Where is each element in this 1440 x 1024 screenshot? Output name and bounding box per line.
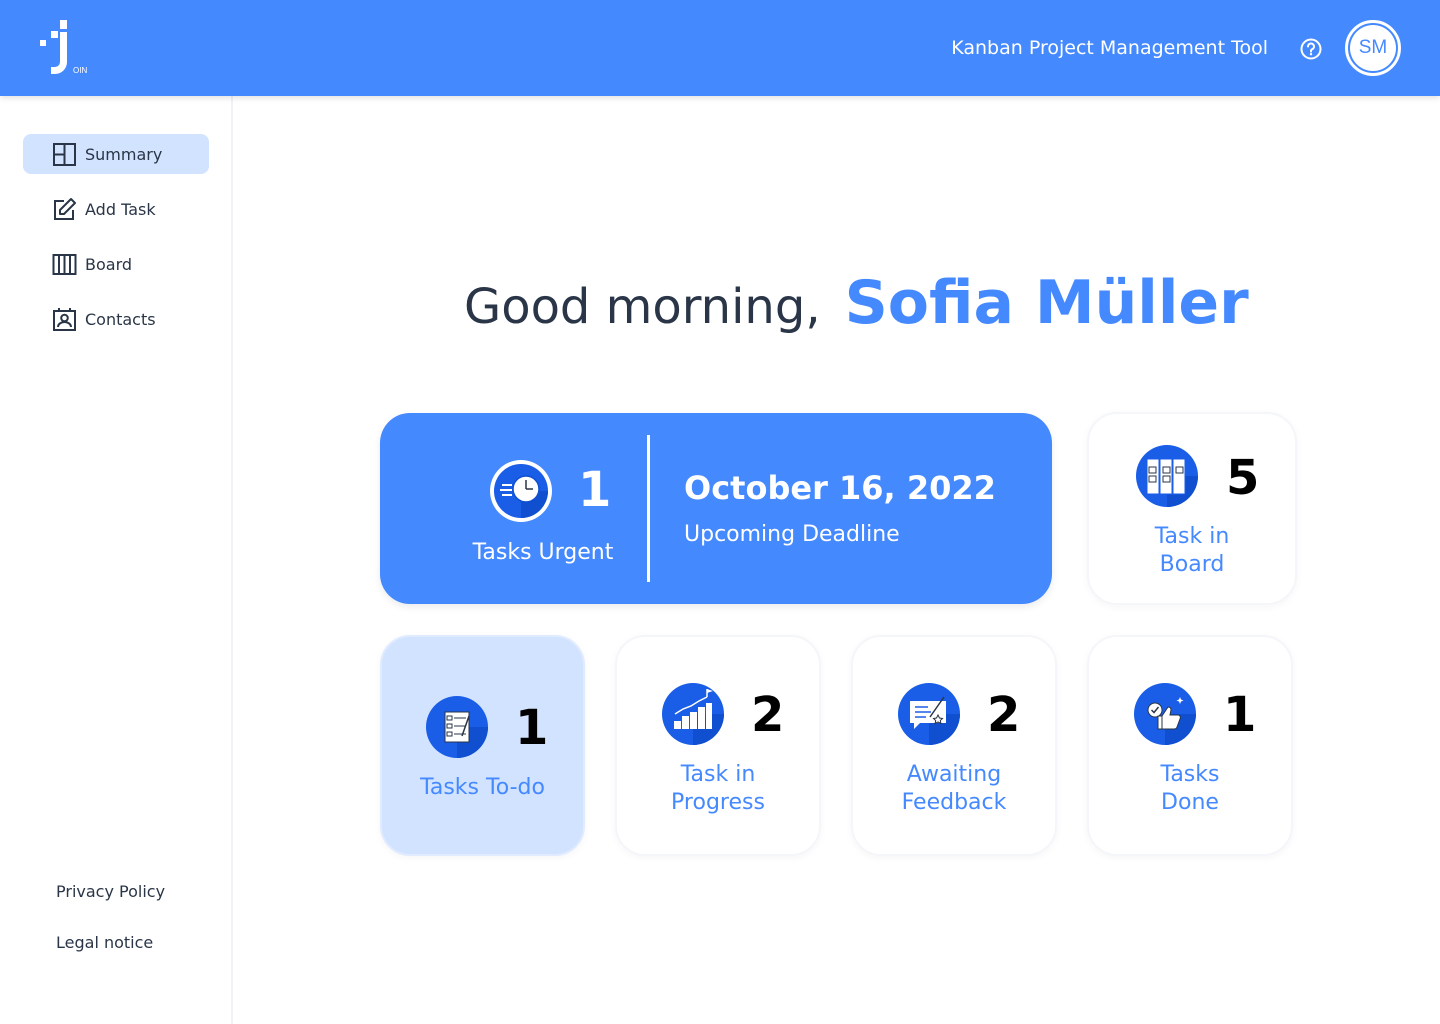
urgent-divider	[647, 435, 650, 582]
board-label: Task in Board	[1089, 523, 1295, 579]
edit-icon	[54, 197, 76, 220]
privacy-policy-link[interactable]: Privacy Policy	[56, 882, 165, 901]
sidebar-item-label: Contacts	[85, 309, 156, 329]
in-progress-label-line1: Task in	[680, 762, 756, 787]
awaiting-feedback-card[interactable]	[851, 635, 1057, 856]
urgent-label: Tasks Urgent	[472, 540, 614, 565]
sidebar-item-label: Board	[85, 254, 133, 274]
urgent-tasks-card[interactable]	[380, 413, 1052, 604]
sidebar-item-contacts[interactable]: Contacts	[23, 299, 209, 339]
awaiting-feedback-count: 2	[987, 687, 1021, 743]
urgent-count: 1	[578, 462, 612, 518]
tasks-done-label: Tasks Done	[1089, 761, 1291, 817]
board-count: 5	[1226, 450, 1260, 506]
join-logo[interactable]: OIN	[36, 18, 92, 78]
help-icon[interactable]	[1300, 38, 1322, 60]
deadline-date: October 16, 2022	[684, 469, 996, 507]
deadline-label: Upcoming Deadline	[684, 522, 900, 547]
contacts-icon	[53, 307, 76, 331]
header-title: Kanban Project Management Tool	[951, 37, 1268, 59]
in-progress-label: Task in Progress	[617, 761, 819, 817]
in-progress-count: 2	[751, 687, 785, 743]
board-icon	[1136, 445, 1198, 507]
progress-chart-icon	[662, 683, 724, 745]
greeting-text: Good morning,	[464, 279, 821, 335]
thumbs-up-icon	[1134, 683, 1196, 745]
board-label-line2: Board	[1159, 552, 1225, 577]
legal-notice-link[interactable]: Legal notice	[56, 933, 153, 952]
board-label-line1: Task in	[1154, 524, 1230, 549]
awaiting-feedback-label: Awaiting Feedback	[853, 761, 1055, 817]
avatar-initials: SM	[1350, 25, 1396, 71]
summary-icon	[53, 142, 76, 166]
todo-count: 1	[515, 700, 549, 756]
sidebar-item-summary[interactable]: Summary	[23, 134, 209, 174]
board-icon	[52, 253, 77, 275]
greeting: Good morning, Sofia Müller	[464, 268, 1249, 348]
tasks-done-card[interactable]	[1087, 635, 1293, 856]
awaiting-feedback-label-line1: Awaiting	[906, 762, 1002, 787]
top-header: OIN Kanban Project Management Tool SM	[0, 0, 1440, 96]
feedback-icon	[898, 683, 960, 745]
tasks-done-label-line1: Tasks	[1160, 762, 1220, 787]
sidebar: Summary Add Task Board Contacts Privacy …	[0, 96, 233, 1024]
todo-label: Tasks To-do	[420, 775, 545, 800]
sidebar-item-board[interactable]: Board	[23, 244, 209, 284]
tasks-done-label-line2: Done	[1161, 790, 1219, 815]
user-name: Sofia Müller	[844, 268, 1249, 338]
sidebar-item-label: Summary	[85, 144, 163, 164]
clock-icon	[490, 460, 552, 522]
user-avatar[interactable]: SM	[1345, 20, 1401, 76]
sidebar-item-add-task[interactable]: Add Task	[23, 189, 209, 229]
logo-text: OIN	[73, 66, 87, 75]
in-progress-label-line2: Progress	[671, 790, 765, 815]
awaiting-feedback-label-line2: Feedback	[901, 790, 1007, 815]
todo-list-icon	[426, 696, 488, 758]
tasks-done-count: 1	[1223, 687, 1257, 743]
sidebar-item-label: Add Task	[85, 199, 156, 219]
in-progress-card[interactable]	[615, 635, 821, 856]
